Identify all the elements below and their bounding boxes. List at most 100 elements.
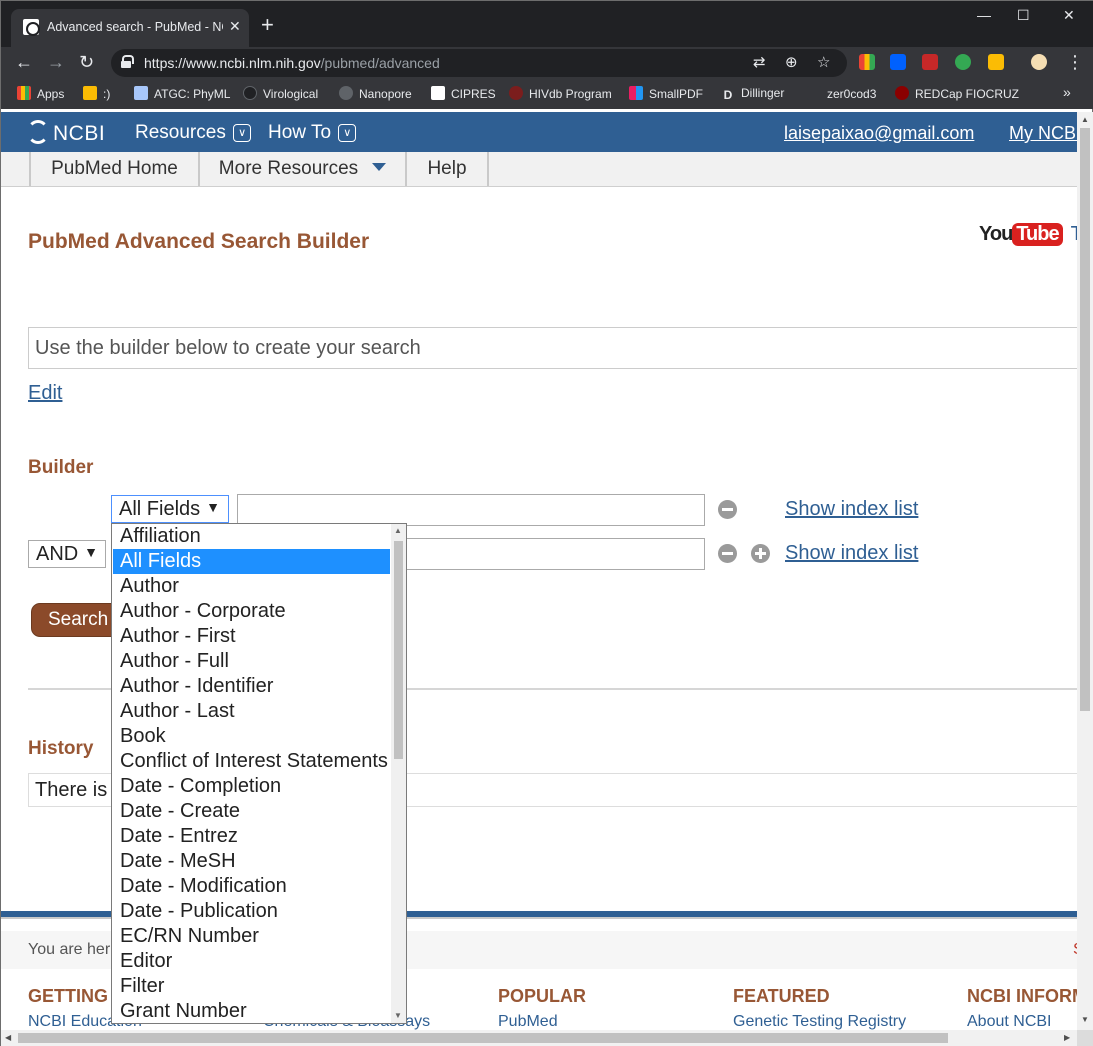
minimize-window-icon[interactable]: — — [977, 7, 991, 23]
bookmark-apps[interactable]: Apps — [17, 86, 64, 101]
field-option[interactable]: Author - Identifier — [113, 674, 390, 699]
subnav-help[interactable]: Help — [407, 152, 489, 186]
dropdown-scrollbar[interactable]: ▲ ▼ — [391, 524, 406, 1023]
field-option[interactable]: EC/RN Number — [113, 924, 390, 949]
field-option[interactable]: All Fields — [113, 549, 390, 574]
bookmarks-overflow-icon[interactable]: » — [1063, 84, 1071, 100]
browser-tab-active[interactable]: Advanced search - PubMed - NC ✕ — [11, 9, 249, 47]
my-ncbi-link[interactable]: My NCBI — [1009, 123, 1081, 144]
bookmark-smiley[interactable]: :) — [83, 86, 110, 101]
scroll-down-arrow-icon[interactable]: ▼ — [1081, 1015, 1089, 1024]
add-row-icon[interactable] — [751, 544, 770, 563]
page-hscrollbar-thumb[interactable] — [18, 1033, 948, 1043]
translate-icon[interactable]: ⇄ — [753, 53, 766, 71]
folder-icon — [83, 86, 97, 100]
bookmark-zer0cod3[interactable]: zer0cod3 — [807, 86, 876, 101]
extension-colorful-icon[interactable] — [859, 54, 875, 70]
bookmark-star-icon[interactable]: ☆ — [817, 53, 830, 71]
field-option[interactable]: Author - First — [113, 624, 390, 649]
field-option[interactable]: Author - Full — [113, 649, 390, 674]
breadcrumb: You are her — [28, 941, 111, 958]
zer0cod3-icon — [807, 86, 821, 100]
show-index-list-link-2[interactable]: Show index list — [785, 542, 918, 565]
bookmark-nanopore[interactable]: Nanopore — [339, 86, 412, 101]
new-tab-button[interactable]: + — [261, 14, 274, 36]
address-bar[interactable]: https://www.ncbi.nlm.nih.gov/pubmed/adva… — [111, 49, 847, 77]
close-window-icon[interactable]: ✕ — [1063, 7, 1075, 24]
field-option[interactable]: Date - MeSH — [113, 849, 390, 874]
scrollbar-corner — [1077, 1030, 1093, 1046]
grammarly-icon[interactable] — [955, 54, 971, 70]
footer-link-genetic-testing[interactable]: Genetic Testing Registry — [733, 1013, 906, 1031]
bookmark-hivdb[interactable]: HIVdb Program — [509, 86, 612, 101]
page-horizontal-scrollbar[interactable]: ◀ ▶ — [1, 1030, 1077, 1046]
search-term-input-1[interactable] — [237, 494, 705, 526]
field-option[interactable]: Filter — [113, 974, 390, 999]
mendeley-icon[interactable] — [922, 54, 938, 70]
scroll-up-arrow-icon[interactable]: ▲ — [394, 526, 402, 535]
bookmark-cipres[interactable]: CIPRES — [431, 86, 496, 101]
scroll-up-arrow-icon[interactable]: ▲ — [1081, 115, 1089, 124]
bookmark-virological[interactable]: Virological — [243, 86, 318, 101]
field-option[interactable]: Author — [113, 574, 390, 599]
field-options-list[interactable]: ▲ ▼ Affiliation All Fields Author Author - … — [111, 523, 407, 1024]
field-option[interactable]: Grant Number — [113, 999, 390, 1023]
extension-yellow-icon[interactable] — [988, 54, 1004, 70]
howto-menu[interactable]: How To ∨ — [268, 122, 357, 144]
search-query-box[interactable]: Use the builder below to create your sea… — [28, 327, 1077, 369]
page-vertical-scrollbar[interactable]: ▲ ▼ — [1077, 112, 1093, 1030]
dillinger-icon: D — [723, 88, 733, 102]
edit-link[interactable]: Edit — [28, 382, 62, 405]
zoom-icon[interactable]: ⊕ — [785, 53, 798, 71]
builder-heading: Builder — [28, 457, 94, 478]
bookmark-dillinger[interactable]: D Dillinger — [721, 86, 785, 102]
bookmark-smallpdf[interactable]: SmallPDF — [629, 86, 703, 101]
field-option[interactable]: Affiliation — [113, 524, 390, 549]
maximize-window-icon[interactable]: ☐ — [1017, 7, 1030, 24]
field-option[interactable]: Date - Modification — [113, 874, 390, 899]
field-option[interactable]: Date - Publication — [113, 899, 390, 924]
youtube-tutorial-link[interactable]: YouTubeTu — [979, 223, 1093, 246]
subnav-more-resources[interactable]: More Resources — [200, 152, 407, 186]
field-option[interactable]: Date - Entrez — [113, 824, 390, 849]
user-email-link[interactable]: laisepaixao@gmail.com — [784, 123, 974, 144]
lock-icon — [121, 55, 134, 68]
field-option[interactable]: Author - Last — [113, 699, 390, 724]
page-scrollbar-thumb[interactable] — [1080, 128, 1090, 711]
ncbi-logo[interactable]: NCBI — [27, 120, 105, 146]
field-select[interactable]: All Fields ▼ — [111, 495, 229, 523]
forward-arrow-icon[interactable]: → — [47, 51, 65, 73]
scroll-down-arrow-icon[interactable]: ▼ — [394, 1011, 402, 1020]
remove-row-icon[interactable] — [718, 500, 737, 519]
bookmark-atgc[interactable]: ATGC: PhyML — [134, 86, 230, 101]
field-option[interactable]: Conflict of Interest Statements — [113, 749, 390, 774]
field-option[interactable]: Date - Completion — [113, 774, 390, 799]
subnav-pubmed-home[interactable]: PubMed Home — [29, 152, 200, 186]
bookmarks-bar: Apps :) ATGC: PhyML Virological Nanopore… — [1, 79, 1093, 109]
chrome-menu-icon[interactable]: ⋮ — [1066, 51, 1084, 73]
youtube-logo-you: You — [979, 223, 1013, 245]
search-button[interactable]: Search — [31, 603, 121, 637]
search-term-input-2[interactable] — [405, 538, 705, 570]
dropdown-scrollbar-thumb[interactable] — [394, 541, 403, 759]
field-option[interactable]: Date - Create — [113, 799, 390, 824]
show-index-list-link-1[interactable]: Show index list — [785, 498, 918, 521]
footer-heading-popular: POPULAR — [498, 986, 587, 1006]
boolean-operator-select[interactable]: AND ▼ — [28, 540, 106, 568]
resources-menu[interactable]: Resources ∨ — [135, 122, 252, 144]
scroll-left-arrow-icon[interactable]: ◀ — [5, 1033, 11, 1042]
scroll-right-arrow-icon[interactable]: ▶ — [1064, 1033, 1070, 1042]
ncbi-header: NCBI Resources ∨ How To ∨ laisepaixao@gm… — [1, 112, 1081, 152]
reload-icon[interactable]: ↻ — [79, 51, 94, 73]
close-tab-icon[interactable]: ✕ — [229, 18, 241, 35]
dropbox-icon[interactable] — [890, 54, 906, 70]
field-option[interactable]: Book — [113, 724, 390, 749]
footer-link-about-ncbi[interactable]: About NCBI — [967, 1013, 1051, 1031]
bookmark-redcap[interactable]: REDCap FIOCRUZ — [895, 86, 1019, 101]
back-arrow-icon[interactable]: ← — [15, 51, 33, 73]
footer-link-pubmed[interactable]: PubMed — [498, 1013, 558, 1031]
profile-avatar[interactable] — [1031, 54, 1047, 70]
remove-row-icon[interactable] — [718, 544, 737, 563]
field-option[interactable]: Editor — [113, 949, 390, 974]
field-option[interactable]: Author - Corporate — [113, 599, 390, 624]
